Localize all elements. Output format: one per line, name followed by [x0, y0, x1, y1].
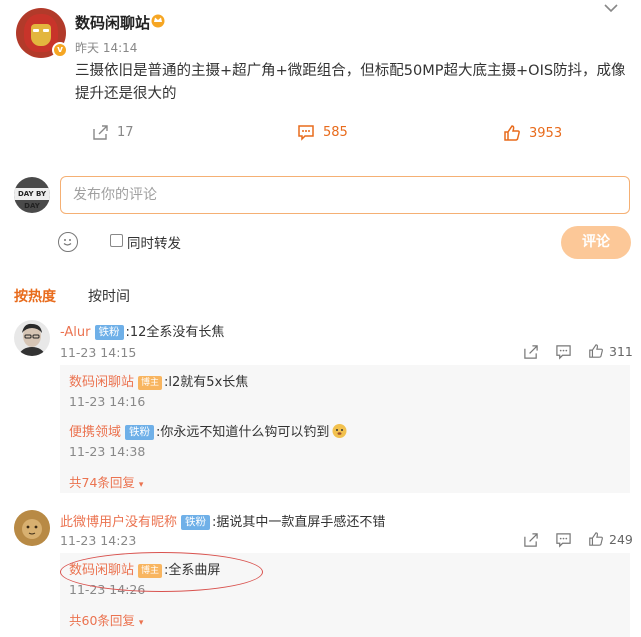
- reply-time: 11-23 14:38: [69, 444, 146, 459]
- comment-like-count: 311: [609, 343, 633, 359]
- share-icon[interactable]: [523, 532, 539, 548]
- fan-badge: 铁粉: [94, 325, 124, 340]
- comment-like-count: 249: [609, 531, 633, 547]
- repost-button[interactable]: 17: [92, 124, 134, 141]
- comment-input[interactable]: [60, 176, 630, 214]
- comment-count: 585: [323, 125, 348, 140]
- fan-badge: 铁粉: [181, 515, 211, 530]
- post-text: 三摄依旧是普通的主摄+超广角+微距组合，但标配50MP超大底主摄+OIS防抖，成…: [75, 63, 626, 102]
- comment-icon: [298, 125, 314, 141]
- share-icon[interactable]: [523, 344, 539, 360]
- view-replies-link[interactable]: 共60条回复 ▾: [69, 610, 143, 629]
- comment-line: -Alur 铁粉:12全系没有长焦: [60, 321, 224, 340]
- fan-badge: 铁粉: [125, 425, 155, 440]
- my-avatar: DAY BY DAY: [14, 177, 50, 213]
- emoji-icon[interactable]: [58, 232, 78, 252]
- thumbs-up-icon: [504, 125, 520, 141]
- comment-avatar[interactable]: [14, 320, 50, 356]
- chevron-down-icon: ▾: [138, 618, 144, 628]
- thumbs-up-icon: [589, 532, 603, 546]
- submit-comment-button[interactable]: 评论: [561, 226, 631, 259]
- comment-icon[interactable]: [555, 532, 572, 548]
- tab-sort-time[interactable]: 按时间: [88, 286, 130, 306]
- view-replies-link[interactable]: 共74条回复 ▾: [69, 472, 143, 491]
- chevron-down-icon: ▾: [138, 480, 144, 490]
- reply-time: 11-23 14:16: [69, 394, 146, 409]
- comment-username[interactable]: -Alur: [60, 325, 91, 340]
- comment-username[interactable]: 此微博用户没有昵称: [60, 515, 177, 530]
- comment-icon[interactable]: [555, 344, 572, 360]
- like-count: 3953: [529, 125, 563, 141]
- comment-line: 此微博用户没有昵称 铁粉:据说其中一款直屏手感还不错: [60, 511, 385, 530]
- like-button[interactable]: 3953: [503, 124, 562, 142]
- repost-checkbox-label[interactable]: 同时转发: [127, 232, 181, 252]
- reply-text: :你永远不知道什么钩可以钓到: [156, 425, 330, 440]
- repost-count: 17: [117, 125, 134, 140]
- comment-like-button[interactable]: 311: [588, 343, 633, 359]
- thumbs-up-icon: [589, 344, 603, 358]
- comment-text: :据说其中一款直屏手感还不错: [212, 515, 386, 530]
- post-author-name[interactable]: 数码闲聊站: [75, 12, 150, 33]
- post-time: 昨天 14:14: [75, 41, 138, 55]
- comment-like-button[interactable]: 249: [588, 531, 633, 547]
- verified-badge-icon: v: [52, 42, 68, 58]
- crown-icon: [151, 14, 165, 28]
- tab-sort-hot[interactable]: 按热度: [14, 286, 56, 306]
- reply-username[interactable]: 便携领域: [69, 425, 121, 440]
- comment-button[interactable]: 585: [297, 124, 348, 141]
- doge-emoji-icon: [332, 424, 347, 438]
- repost-checkbox[interactable]: [110, 234, 123, 247]
- comment-time: 11-23 14:15: [60, 345, 137, 360]
- highlight-circle: [60, 552, 263, 592]
- comment-time: 11-23 14:23: [60, 533, 137, 548]
- reply-line: 数码闲聊站 博主:l2就有5x长焦: [69, 371, 248, 390]
- reply-username[interactable]: 数码闲聊站: [69, 375, 134, 390]
- reply-text: :l2就有5x长焦: [164, 375, 249, 390]
- author-tag: 博主: [138, 376, 163, 390]
- reply-line: 便携领域 铁粉:你永远不知道什么钩可以钓到: [69, 421, 348, 440]
- share-icon: [93, 125, 108, 140]
- comment-avatar[interactable]: [14, 510, 50, 546]
- chevron-down-icon[interactable]: [603, 2, 619, 14]
- comment-text: :12全系没有长焦: [125, 325, 225, 340]
